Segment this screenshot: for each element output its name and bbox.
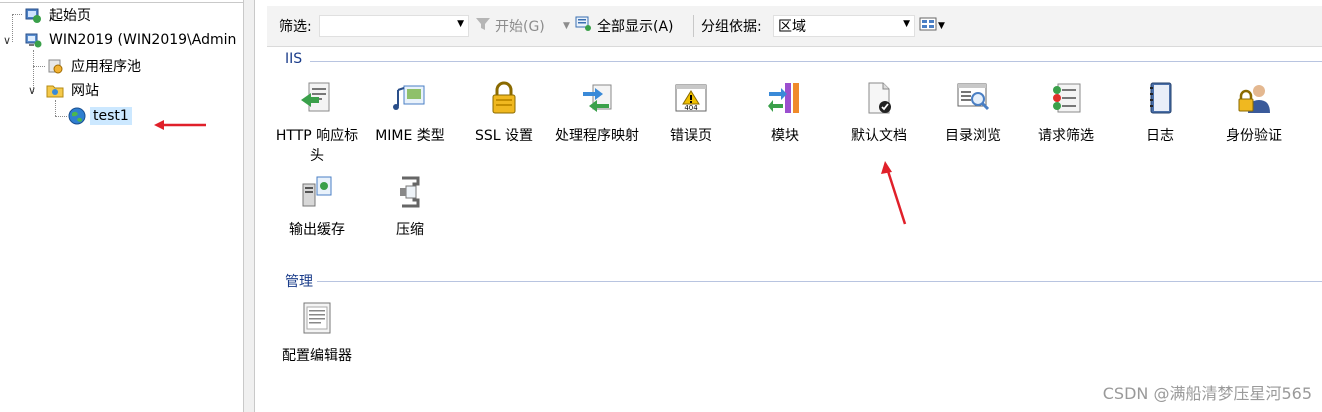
tree-item-start-page[interactable]: 起始页 bbox=[24, 4, 94, 26]
feature-ssl-settings[interactable]: SSL 设置 bbox=[457, 80, 551, 146]
features-view: 筛选: ▼ 开始(G) ▼ 全部显示(A) 分组依据: 区域 ▼ ▼ IIS H… bbox=[255, 0, 1322, 412]
tree-item-server[interactable]: WIN2019 (WIN2019\Admin bbox=[24, 29, 239, 51]
tree-item-site-test1[interactable]: test1 bbox=[68, 105, 132, 127]
feature-label: 模块 bbox=[771, 128, 799, 144]
start-dropdown-icon[interactable]: ▼ bbox=[563, 6, 570, 46]
tree-connector bbox=[12, 14, 13, 42]
feature-label: 输出缓存 bbox=[289, 222, 345, 238]
feature-authentication[interactable]: 身份验证 bbox=[1207, 80, 1301, 146]
tree-item-label: WIN2019 (WIN2019\Admin bbox=[49, 32, 237, 48]
tree-top-border bbox=[0, 2, 243, 3]
tree-item-label: 网站 bbox=[71, 83, 99, 99]
filter-label: 筛选: bbox=[279, 19, 312, 35]
request-filtering-icon bbox=[1048, 80, 1084, 116]
start-label: 开始(G) bbox=[495, 19, 545, 35]
feature-label: 处理程序映射 bbox=[555, 128, 639, 144]
pane-splitter[interactable] bbox=[244, 0, 255, 412]
toolbar-separator bbox=[693, 15, 694, 37]
authentication-icon bbox=[1236, 80, 1272, 116]
filter-input[interactable]: ▼ bbox=[319, 15, 469, 37]
log-book-icon bbox=[1142, 80, 1178, 116]
tree-connector bbox=[33, 66, 45, 67]
chevron-down-icon[interactable]: ∨ bbox=[28, 84, 36, 97]
feature-label: MIME 类型 bbox=[375, 128, 445, 144]
section-title-manage: 管理 bbox=[285, 274, 313, 290]
connections-tree: 起始页 ∨ WIN2019 (WIN2019\Admin 应用程序池 ∨ 网站 … bbox=[0, 0, 244, 412]
feature-label: HTTP 响应标头 bbox=[275, 128, 359, 164]
view-grid-icon bbox=[919, 16, 937, 36]
chevron-down-icon: ▼ bbox=[457, 19, 464, 29]
tree-connector bbox=[55, 100, 56, 116]
tree-item-app-pools[interactable]: 应用程序池 bbox=[46, 55, 144, 77]
funnel-icon bbox=[475, 17, 491, 35]
tree-item-label: 起始页 bbox=[49, 8, 91, 24]
tree-item-label: test1 bbox=[90, 107, 132, 125]
start-button[interactable]: 开始(G) bbox=[475, 6, 545, 46]
show-all-button[interactable]: 全部显示(A) bbox=[575, 6, 674, 46]
feature-label: 配置编辑器 bbox=[282, 348, 352, 364]
feature-mime-types[interactable]: MIME 类型 bbox=[363, 80, 457, 146]
feature-label: 目录浏览 bbox=[945, 128, 1001, 144]
mime-types-icon bbox=[392, 80, 428, 116]
feature-label: 日志 bbox=[1146, 128, 1174, 144]
group-by-label: 分组依据: bbox=[701, 19, 762, 35]
chevron-down-icon: ▼ bbox=[903, 19, 910, 29]
handler-mappings-icon bbox=[579, 80, 615, 116]
compression-clamp-icon bbox=[392, 174, 428, 210]
feature-default-document[interactable]: 默认文档 bbox=[832, 80, 926, 146]
feature-logging[interactable]: 日志 bbox=[1113, 80, 1207, 146]
directory-browsing-icon bbox=[955, 80, 991, 116]
folder-icon bbox=[46, 81, 64, 99]
section-divider bbox=[317, 281, 1322, 282]
feature-modules[interactable]: 模块 bbox=[738, 80, 832, 146]
tree-connector bbox=[12, 14, 22, 15]
feature-error-pages[interactable]: 404 错误页 bbox=[644, 80, 738, 146]
error-code-badge: 404 bbox=[684, 104, 698, 112]
error-page-icon: 404 bbox=[673, 80, 709, 116]
feature-label: 压缩 bbox=[396, 222, 424, 238]
configuration-editor-icon bbox=[299, 300, 335, 336]
annotation-arrow bbox=[154, 120, 206, 130]
chevron-down-icon: ▼ bbox=[938, 21, 945, 31]
feature-compression[interactable]: 压缩 bbox=[363, 174, 457, 240]
view-mode-button[interactable]: ▼ bbox=[919, 6, 945, 46]
modules-icon bbox=[767, 80, 803, 116]
feature-label: 请求筛选 bbox=[1038, 128, 1094, 144]
annotation-arrow bbox=[881, 161, 907, 225]
tree-item-label: 应用程序池 bbox=[71, 59, 141, 75]
feature-request-filtering[interactable]: 请求筛选 bbox=[1019, 80, 1113, 146]
globe-icon bbox=[68, 107, 86, 125]
watermark: CSDN @满船清梦压星河565 bbox=[1102, 384, 1312, 403]
group-by-select[interactable]: 区域 ▼ bbox=[773, 15, 915, 37]
tree-item-sites[interactable]: 网站 bbox=[46, 79, 102, 101]
feature-label: 默认文档 bbox=[851, 128, 907, 144]
feature-handler-mappings[interactable]: 处理程序映射 bbox=[550, 80, 644, 146]
feature-label: 身份验证 bbox=[1226, 128, 1282, 144]
http-headers-icon bbox=[299, 80, 335, 116]
filter-toolbar: 筛选: ▼ 开始(G) ▼ 全部显示(A) 分组依据: 区域 ▼ ▼ bbox=[267, 6, 1322, 47]
lock-icon bbox=[486, 80, 522, 116]
feature-label: SSL 设置 bbox=[474, 128, 534, 144]
feature-label: 错误页 bbox=[670, 128, 712, 144]
feature-directory-browsing[interactable]: 目录浏览 bbox=[926, 80, 1020, 146]
output-caching-icon bbox=[299, 174, 335, 210]
show-all-icon bbox=[575, 16, 593, 36]
default-document-icon bbox=[861, 80, 897, 116]
start-page-icon bbox=[24, 6, 42, 24]
chevron-down-icon[interactable]: ∨ bbox=[3, 34, 11, 47]
section-title-iis: IIS bbox=[285, 51, 303, 67]
group-by-value: 区域 bbox=[778, 19, 806, 35]
feature-http-response-headers[interactable]: HTTP 响应标头 bbox=[270, 80, 364, 166]
tree-connector bbox=[55, 116, 67, 117]
feature-configuration-editor[interactable]: 配置编辑器 bbox=[270, 300, 364, 366]
show-all-label: 全部显示(A) bbox=[597, 19, 674, 35]
section-divider bbox=[310, 61, 1322, 62]
server-icon bbox=[24, 31, 42, 49]
feature-output-caching[interactable]: 输出缓存 bbox=[270, 174, 364, 240]
app-pool-icon bbox=[46, 57, 64, 75]
